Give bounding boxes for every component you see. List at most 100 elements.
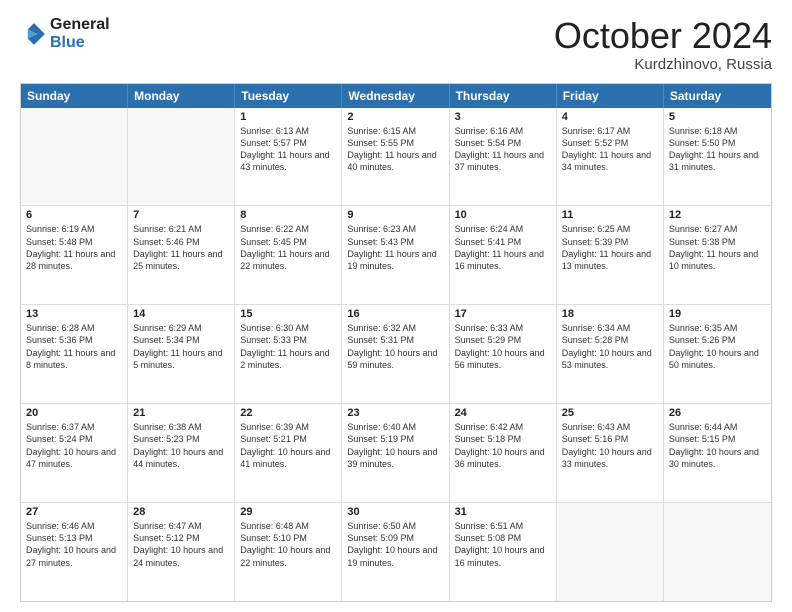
day-number: 14 [133, 308, 229, 320]
header: General Blue October 2024 Kurdzhinovo, R… [20, 16, 772, 73]
day-number: 6 [26, 209, 122, 221]
day-number: 28 [133, 506, 229, 518]
calendar-cell: 18 Sunrise: 6:34 AM Sunset: 5:28 PM Dayli… [557, 305, 664, 403]
calendar-cell: 27 Sunrise: 6:46 AM Sunset: 5:13 PM Dayli… [21, 503, 128, 601]
cell-info: Sunrise: 6:34 AM Sunset: 5:28 PM Dayligh… [562, 322, 658, 371]
cell-info: Sunrise: 6:27 AM Sunset: 5:38 PM Dayligh… [669, 223, 766, 272]
calendar-cell: 3 Sunrise: 6:16 AM Sunset: 5:54 PM Daylig… [450, 108, 557, 206]
cell-info: Sunrise: 6:50 AM Sunset: 5:09 PM Dayligh… [347, 520, 443, 569]
calendar-row: 1 Sunrise: 6:13 AM Sunset: 5:57 PM Daylig… [21, 108, 771, 206]
calendar-cell: 29 Sunrise: 6:48 AM Sunset: 5:10 PM Dayli… [235, 503, 342, 601]
cell-info: Sunrise: 6:48 AM Sunset: 5:10 PM Dayligh… [240, 520, 336, 569]
calendar-row: 13 Sunrise: 6:28 AM Sunset: 5:36 PM Dayli… [21, 304, 771, 403]
day-number: 13 [26, 308, 122, 320]
calendar-cell: 23 Sunrise: 6:40 AM Sunset: 5:19 PM Dayli… [342, 404, 449, 502]
day-number: 25 [562, 407, 658, 419]
cell-info: Sunrise: 6:18 AM Sunset: 5:50 PM Dayligh… [669, 125, 766, 174]
location: Kurdzhinovo, Russia [554, 56, 772, 73]
cell-info: Sunrise: 6:23 AM Sunset: 5:43 PM Dayligh… [347, 223, 443, 272]
day-number: 18 [562, 308, 658, 320]
cell-info: Sunrise: 6:25 AM Sunset: 5:39 PM Dayligh… [562, 223, 658, 272]
day-number: 3 [455, 111, 551, 123]
calendar-cell: 17Sunrise: 6:33 AM Sunset: 5:29 PM Dayli… [450, 305, 557, 403]
calendar-cell: 14 Sunrise: 6:29 AM Sunset: 5:34 PM Dayli… [128, 305, 235, 403]
calendar-cell: 26 Sunrise: 6:44 AM Sunset: 5:15 PM Dayli… [664, 404, 771, 502]
day-number: 19 [669, 308, 766, 320]
logo: General Blue [20, 16, 110, 51]
cell-info: Sunrise: 6:19 AM Sunset: 5:48 PM Dayligh… [26, 223, 122, 272]
calendar-cell: 10 Sunrise: 6:24 AM Sunset: 5:41 PM Dayli… [450, 206, 557, 304]
day-number: 11 [562, 209, 658, 221]
day-number: 29 [240, 506, 336, 518]
calendar-cell: 7Sunrise: 6:21 AM Sunset: 5:46 PM Daylig… [128, 206, 235, 304]
cell-info: Sunrise: 6:17 AM Sunset: 5:52 PM Dayligh… [562, 125, 658, 174]
day-number: 21 [133, 407, 229, 419]
cell-info: Sunrise: 6:24 AM Sunset: 5:41 PM Dayligh… [455, 223, 551, 272]
cell-info: Sunrise: 6:40 AM Sunset: 5:19 PM Dayligh… [347, 421, 443, 470]
cell-info: Sunrise: 6:35 AM Sunset: 5:26 PM Dayligh… [669, 322, 766, 371]
cell-info: Sunrise: 6:38 AM Sunset: 5:23 PM Dayligh… [133, 421, 229, 470]
cell-info: Sunrise: 6:15 AM Sunset: 5:55 PM Dayligh… [347, 125, 443, 174]
calendar-cell: 15Sunrise: 6:30 AM Sunset: 5:33 PM Dayli… [235, 305, 342, 403]
cell-info: Sunrise: 6:46 AM Sunset: 5:13 PM Dayligh… [26, 520, 122, 569]
cell-info: Sunrise: 6:42 AM Sunset: 5:18 PM Dayligh… [455, 421, 551, 470]
title-block: October 2024 Kurdzhinovo, Russia [554, 16, 772, 73]
day-number: 15 [240, 308, 336, 320]
day-number: 23 [347, 407, 443, 419]
logo-text: General Blue [50, 16, 110, 51]
cell-info: Sunrise: 6:39 AM Sunset: 5:21 PM Dayligh… [240, 421, 336, 470]
calendar-cell: 25 Sunrise: 6:43 AM Sunset: 5:16 PM Dayli… [557, 404, 664, 502]
cell-info: Sunrise: 6:43 AM Sunset: 5:16 PM Dayligh… [562, 421, 658, 470]
day-number: 27 [26, 506, 122, 518]
day-number: 1 [240, 111, 336, 123]
calendar-cell: 31 Sunrise: 6:51 AM Sunset: 5:08 PM Dayli… [450, 503, 557, 601]
cell-info: Sunrise: 6:33 AM Sunset: 5:29 PM Dayligh… [455, 322, 551, 371]
cell-info: Sunrise: 6:13 AM Sunset: 5:57 PM Dayligh… [240, 125, 336, 174]
day-number: 10 [455, 209, 551, 221]
cell-info: Sunrise: 6:51 AM Sunset: 5:08 PM Dayligh… [455, 520, 551, 569]
calendar-row: 6 Sunrise: 6:19 AM Sunset: 5:48 PM Daylig… [21, 205, 771, 304]
calendar-cell [664, 503, 771, 601]
calendar-cell: 1 Sunrise: 6:13 AM Sunset: 5:57 PM Daylig… [235, 108, 342, 206]
calendar-cell: 5 Sunrise: 6:18 AM Sunset: 5:50 PM Daylig… [664, 108, 771, 206]
cell-info: Sunrise: 6:29 AM Sunset: 5:34 PM Dayligh… [133, 322, 229, 371]
calendar-cell: 12 Sunrise: 6:27 AM Sunset: 5:38 PM Dayli… [664, 206, 771, 304]
day-number: 12 [669, 209, 766, 221]
calendar-row: 27 Sunrise: 6:46 AM Sunset: 5:13 PM Dayli… [21, 502, 771, 601]
weekday-header-thursday: Thursday [450, 84, 557, 108]
day-number: 26 [669, 407, 766, 419]
calendar-body: 1 Sunrise: 6:13 AM Sunset: 5:57 PM Daylig… [21, 108, 771, 601]
cell-info: Sunrise: 6:32 AM Sunset: 5:31 PM Dayligh… [347, 322, 443, 371]
calendar-cell: 16Sunrise: 6:32 AM Sunset: 5:31 PM Dayli… [342, 305, 449, 403]
day-number: 24 [455, 407, 551, 419]
calendar-cell: 13 Sunrise: 6:28 AM Sunset: 5:36 PM Dayli… [21, 305, 128, 403]
day-number: 2 [347, 111, 443, 123]
weekday-header-monday: Monday [128, 84, 235, 108]
day-number: 20 [26, 407, 122, 419]
calendar-cell: 8Sunrise: 6:22 AM Sunset: 5:45 PM Daylig… [235, 206, 342, 304]
cell-info: Sunrise: 6:16 AM Sunset: 5:54 PM Dayligh… [455, 125, 551, 174]
calendar-cell: 19 Sunrise: 6:35 AM Sunset: 5:26 PM Dayli… [664, 305, 771, 403]
calendar-cell [21, 108, 128, 206]
cell-info: Sunrise: 6:28 AM Sunset: 5:36 PM Dayligh… [26, 322, 122, 371]
calendar: SundayMondayTuesdayWednesdayThursdayFrid… [20, 83, 772, 602]
cell-info: Sunrise: 6:47 AM Sunset: 5:12 PM Dayligh… [133, 520, 229, 569]
page: General Blue October 2024 Kurdzhinovo, R… [0, 0, 792, 612]
cell-info: Sunrise: 6:37 AM Sunset: 5:24 PM Dayligh… [26, 421, 122, 470]
cell-info: Sunrise: 6:44 AM Sunset: 5:15 PM Dayligh… [669, 421, 766, 470]
calendar-cell: 9Sunrise: 6:23 AM Sunset: 5:43 PM Daylig… [342, 206, 449, 304]
day-number: 22 [240, 407, 336, 419]
calendar-cell: 21 Sunrise: 6:38 AM Sunset: 5:23 PM Dayli… [128, 404, 235, 502]
weekday-header-wednesday: Wednesday [342, 84, 449, 108]
calendar-cell [557, 503, 664, 601]
day-number: 30 [347, 506, 443, 518]
day-number: 5 [669, 111, 766, 123]
logo-icon [20, 20, 48, 48]
day-number: 31 [455, 506, 551, 518]
weekday-header-tuesday: Tuesday [235, 84, 342, 108]
day-number: 8 [240, 209, 336, 221]
day-number: 7 [133, 209, 229, 221]
weekday-header-saturday: Saturday [664, 84, 771, 108]
calendar-cell: 22 Sunrise: 6:39 AM Sunset: 5:21 PM Dayli… [235, 404, 342, 502]
calendar-cell: 11 Sunrise: 6:25 AM Sunset: 5:39 PM Dayli… [557, 206, 664, 304]
